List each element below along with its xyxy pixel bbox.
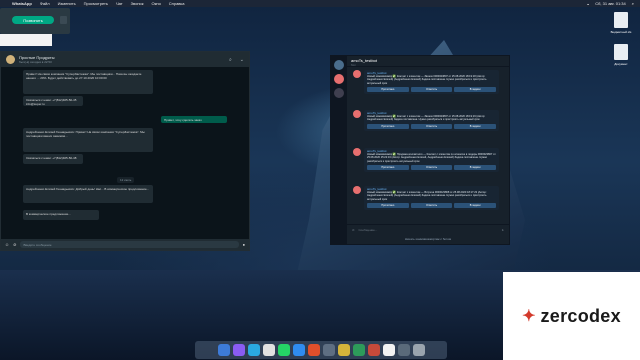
call-join-button[interactable]: Позвонить	[12, 16, 54, 24]
message-bubble[interactable]: Связаться с нами: +7(812)405-50-45 info@…	[23, 96, 83, 106]
chat-list-item[interactable]	[334, 74, 344, 84]
wifi-icon[interactable]: ◒	[587, 1, 589, 6]
telegram-window: amoTs_testbot бот amoTs_testbot Новый ко…	[330, 55, 510, 245]
chrome-icon[interactable]	[262, 344, 275, 356]
date-divider: 12 июль	[117, 177, 135, 183]
desktop-file-label: Бюджетный.xls	[610, 30, 632, 34]
to-tasks-button[interactable]: В задачи	[454, 123, 497, 129]
send-icon[interactable]: ➤	[501, 228, 504, 232]
message-composer: ☺ ⊘ Введите сообщение ●	[1, 239, 249, 250]
message-bubble[interactable]: Привет! На связи компания "СуперЗастежка…	[23, 70, 153, 94]
message-text: Новый коммивояжёр ✅ Продажа контактного …	[367, 153, 496, 163]
call-popup-footer	[0, 34, 52, 46]
message-text: Новый коммивояжёр ✅ Контакт с клиентом —…	[367, 75, 487, 85]
dock	[195, 341, 447, 359]
launchpad-icon[interactable]	[232, 344, 245, 356]
chevron-down-icon[interactable]: ⌄	[240, 57, 244, 63]
to-tasks-button[interactable]: В задачи	[454, 86, 497, 93]
skype-icon[interactable]	[292, 344, 305, 356]
menu-view[interactable]: Просмотреть	[84, 1, 108, 6]
chat-list-sidebar	[331, 56, 347, 244]
notes-icon[interactable]	[337, 344, 350, 356]
read-button[interactable]: Прочитано	[367, 123, 409, 129]
chat-header[interactable]: Простые Продукты был(-а) сегодня в 22:53…	[1, 52, 249, 67]
trash-icon[interactable]	[412, 344, 425, 356]
to-tasks-button[interactable]: В задачи	[454, 164, 497, 171]
read-button[interactable]: Прочитано	[367, 202, 409, 209]
launch-icon[interactable]	[397, 344, 410, 356]
telegram-icon[interactable]	[247, 344, 260, 356]
emoji-icon[interactable]: ☺	[5, 242, 9, 247]
reply-button[interactable]: Ответить	[410, 123, 453, 129]
menu-call[interactable]: Звонок	[131, 1, 144, 6]
logo-mark-icon: ✦	[522, 308, 536, 325]
watermark-logo: ✦ zercodex	[503, 272, 640, 360]
call-join-label: Позвонить	[23, 17, 43, 23]
avatar[interactable]	[353, 110, 361, 118]
chat-subtitle: бот	[351, 63, 356, 67]
message-text: Новый коммивояжёр ✅ Контакт с клиентом —…	[367, 191, 487, 201]
finder-icon[interactable]	[217, 344, 230, 356]
attach-icon[interactable]: ⊘	[13, 242, 16, 247]
menu-help[interactable]: Справка	[169, 1, 185, 6]
chat-list-item[interactable]	[334, 88, 344, 98]
read-button[interactable]: Прочитано	[367, 164, 409, 171]
menu-icon[interactable]	[334, 60, 344, 70]
menu-window[interactable]: Окно	[152, 1, 161, 6]
outgoing-message[interactable]: Привет, хочу сделать заказ	[161, 116, 227, 123]
desktop-file-icon[interactable]	[614, 44, 628, 60]
desktop-file-label: Документ	[614, 62, 628, 66]
chat-header[interactable]: amoTs_testbot бот	[347, 56, 509, 67]
whatsapp-window: Простые Продукты был(-а) сегодня в 22:53…	[0, 51, 250, 251]
contact-status: был(-а) сегодня в 22:53	[19, 60, 52, 64]
desktop-file-icon[interactable]	[614, 12, 628, 28]
popup-close-icon[interactable]	[60, 16, 67, 24]
avatar[interactable]	[353, 148, 361, 156]
message-input[interactable]: Введите сообщение	[20, 241, 239, 248]
menu-clock[interactable]: Сб, 31 авг. 01:34	[595, 1, 626, 6]
message-bubble[interactable]: Андрейченко Елизей Геннадьевич: Добрый д…	[23, 185, 153, 203]
avatar[interactable]	[6, 55, 15, 64]
start-bot-label: Начать коммивояжёртаж с ботом	[404, 237, 452, 241]
attach-icon[interactable]: ⊘	[352, 228, 355, 232]
document-attachment[interactable]: В коммерческое предложение...	[23, 210, 99, 220]
call-popup: Позвонить	[0, 8, 70, 34]
logo-text: zercodex	[540, 305, 621, 326]
menu-edit[interactable]: Изменить	[58, 1, 76, 6]
tools-icon[interactable]	[307, 344, 320, 356]
reply-button[interactable]: Ответить	[410, 86, 453, 93]
settings-icon[interactable]	[322, 344, 335, 356]
avatar[interactable]	[353, 70, 361, 78]
reply-button[interactable]: Ответить	[410, 164, 453, 171]
reply-button[interactable]: Ответить	[410, 202, 453, 209]
message-composer: ⊘ Сообщение... ➤	[347, 224, 509, 234]
search-icon[interactable]: ⌕	[229, 57, 232, 63]
calendar-icon[interactable]	[382, 344, 395, 356]
start-bot-button[interactable]: Начать коммивояжёртаж с ботом	[347, 234, 509, 244]
search-icon[interactable]: ⌕	[632, 1, 634, 6]
message-text: Новый коммивояжёр ✅ Контакт с клиентом —…	[367, 115, 486, 122]
avatar[interactable]	[353, 186, 361, 194]
read-button[interactable]: Прочитано	[367, 86, 409, 93]
message-bubble[interactable]: Связаться с нами: +7(812)405-50-48	[23, 154, 83, 164]
menu-file[interactable]: Файл	[40, 1, 50, 6]
menu-chat[interactable]: Чат	[116, 1, 123, 6]
message-bubble[interactable]: Андрейченко Елизей Геннадьевич: Привет! …	[23, 128, 153, 152]
to-tasks-button[interactable]: В задачи	[454, 202, 497, 209]
powerpoint-icon[interactable]	[367, 344, 380, 356]
whatsapp-icon[interactable]	[277, 344, 290, 356]
menu-app-name[interactable]: WhatsApp	[12, 1, 32, 6]
menu-bar: WhatsApp Файл Изменить Просмотреть Чат З…	[0, 0, 640, 7]
excel-icon[interactable]	[352, 344, 365, 356]
message-input[interactable]: Сообщение...	[359, 228, 498, 232]
microphone-icon[interactable]: ●	[243, 242, 245, 247]
